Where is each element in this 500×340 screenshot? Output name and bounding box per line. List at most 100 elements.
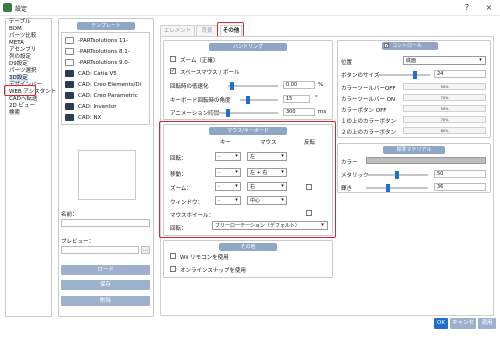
key-angle-slider[interactable] [246, 96, 251, 104]
other-header: その他 [219, 243, 277, 251]
preview-input[interactable] [61, 246, 139, 254]
snap-label: オンラインスナップを使用 [180, 268, 246, 274]
cad-icon [65, 114, 74, 121]
document-icon [65, 59, 74, 66]
color-toolbar-off-bar[interactable]: 50% [403, 83, 486, 90]
chevron-down-icon: ▾ [281, 197, 284, 203]
rot-speed-label: 回転時の低速化 [170, 84, 209, 90]
load-button[interactable]: ロード [61, 265, 150, 275]
spacemouse-label: スペースマウス / ボール [180, 70, 240, 76]
cad-icon [65, 81, 74, 88]
list-item[interactable]: -PARTsolutions 9.0- [65, 59, 130, 68]
tab-background[interactable]: 背景 [196, 25, 218, 36]
position-select[interactable]: 底面 [403, 56, 486, 65]
settings-sidebar: テーブル BOM パーツ比較 META アセンブリ 列の設定 D9設定 パーツ選… [5, 18, 56, 317]
color-button-off-bar[interactable]: 50% [403, 105, 486, 112]
brightness-slider[interactable] [386, 184, 391, 192]
document-icon [65, 48, 74, 55]
name-input[interactable] [61, 219, 150, 227]
rot-speed-spin[interactable]: 0.00 [283, 81, 315, 89]
zoom-invert-checkbox[interactable] [306, 184, 312, 190]
bar-label: １の上のカラーボタン [341, 119, 397, 125]
sidebar-item-cad-transfer[interactable]: CADへ転送 [9, 96, 37, 103]
document-icon [65, 37, 74, 44]
cad-icon [65, 103, 74, 110]
col-invert-header: 反転 [304, 140, 316, 146]
list-item[interactable]: CAD: Creo Elements/Di [65, 81, 141, 90]
chevron-down-icon: ▾ [235, 153, 238, 159]
sidebar-item-d9-settings[interactable]: D9設定 [9, 61, 28, 68]
material-header: 標準マテリアル [383, 146, 445, 154]
rotation-mode-select[interactable]: フリーローテーション（デフォルト） [212, 221, 328, 230]
color-toolbar-on-bar[interactable]: 70% [403, 94, 486, 101]
wii-checkbox[interactable] [170, 253, 176, 259]
preview-label: プレビュー： [61, 239, 95, 245]
name-label: 名前： [61, 212, 78, 218]
chevron-down-icon: ▾ [281, 183, 284, 189]
col-key-header: キー [220, 140, 232, 146]
list-item[interactable]: CAD: NX [65, 114, 101, 123]
sidebar-item-assembly[interactable]: アセンブリ [9, 47, 36, 54]
bar-label: カラーツールバーOFF [341, 86, 396, 92]
list-item[interactable]: -PARTsolutions 11- [65, 37, 128, 46]
template-list[interactable]: -PARTsolutions 11- -PARTsolutions 8.1- -… [61, 32, 150, 125]
bar-label: カラーボタン OFF [341, 108, 387, 114]
sidebar-item-bom[interactable]: BOM [9, 26, 22, 33]
selected-item-highlight [4, 85, 36, 96]
spacemouse-checkbox[interactable]: ✓ [170, 68, 176, 74]
list-item[interactable]: CAD: Catia V5 [65, 70, 117, 79]
brightness-track [366, 187, 428, 189]
chevron-down-icon: ▾ [235, 169, 238, 175]
key-angle-spin[interactable]: 15 [283, 95, 310, 103]
sidebar-item-search[interactable]: 検索 [9, 110, 20, 117]
anim-track [210, 112, 278, 114]
apply-button[interactable]: 適用 [478, 318, 496, 329]
tab-element[interactable]: エレメント [160, 25, 195, 36]
sidebar-item-meta[interactable]: META [9, 40, 24, 47]
control-enable-checkbox[interactable]: ✓ [384, 43, 389, 49]
ok-button[interactable]: OK [434, 318, 448, 329]
zoom-checkbox[interactable] [170, 56, 176, 62]
button-size-slider[interactable] [413, 71, 418, 79]
save-button[interactable]: 保存 [61, 280, 150, 290]
sidebar-item-column-settings[interactable]: 列の設定 [9, 54, 31, 61]
browse-button[interactable]: … [141, 246, 150, 254]
anim-slider[interactable] [226, 109, 231, 117]
button-size-spin[interactable]: 24 [434, 70, 486, 78]
sidebar-item-table[interactable]: テーブル [9, 19, 31, 26]
metallic-slider[interactable] [395, 171, 399, 179]
rotate-label: 回転： [170, 156, 187, 162]
active-tab-highlight [217, 22, 244, 37]
cancel-button[interactable]: キャンセル [450, 318, 476, 337]
list-item[interactable]: CAD: Inventor [65, 103, 116, 112]
brightness-label: 輝き [341, 186, 353, 192]
brightness-spin[interactable]: 36 [434, 183, 486, 191]
help-button[interactable]: ? [460, 2, 474, 14]
metallic-spin[interactable]: 50 [434, 170, 486, 178]
anim-unit: ms [318, 109, 327, 115]
wheel-invert-checkbox[interactable] [306, 210, 312, 216]
col-mouse-header: マウス [260, 140, 277, 146]
delete-button[interactable]: 削除 [61, 296, 150, 306]
color-button-over2-bar[interactable]: 80% [403, 127, 486, 134]
sidebar-item-part-compare[interactable]: パーツ比較 [9, 33, 36, 40]
rotation-mode-label: 回転： [170, 226, 187, 232]
rot-speed-track [228, 85, 278, 87]
control-header: コントロール [392, 43, 423, 49]
sidebar-item-part-selection[interactable]: パーツ選択 [9, 68, 36, 75]
template-preview-box [78, 150, 136, 200]
sidebar-item-2d-view[interactable]: 2D ビュー [9, 103, 35, 110]
close-button[interactable]: × [482, 2, 496, 14]
list-item[interactable]: CAD: Creo Parametric [65, 92, 138, 101]
zoom-row-label: ズーム： [170, 186, 192, 192]
color-label: カラー [341, 160, 358, 166]
anim-spin[interactable]: 300 [283, 108, 315, 116]
color-swatch[interactable] [366, 157, 486, 164]
position-label: 位置 [341, 60, 353, 66]
list-item[interactable]: -PARTsolutions 8.1- [65, 48, 130, 57]
cad-icon [65, 92, 74, 99]
snap-checkbox[interactable] [170, 266, 176, 272]
rot-speed-slider[interactable] [230, 82, 234, 90]
sidebar-item-3d-settings[interactable]: 3D設定 [9, 75, 28, 82]
color-button-over1-bar[interactable]: 70% [403, 116, 486, 123]
